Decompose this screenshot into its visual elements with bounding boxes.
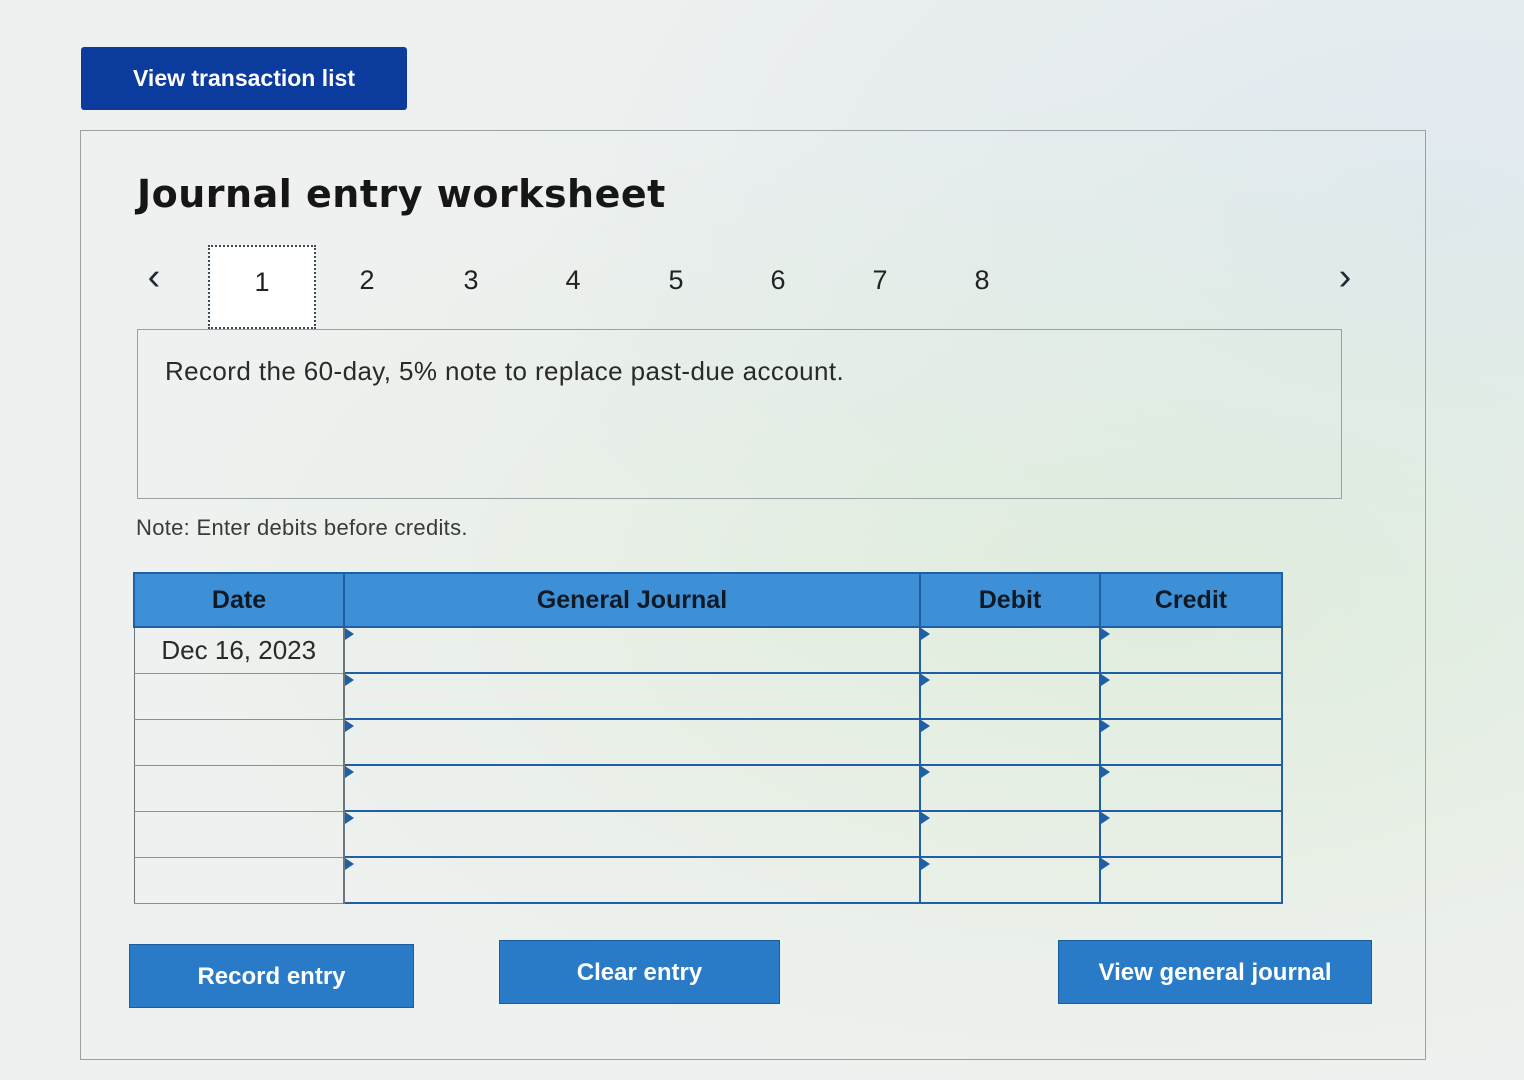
entry-pager: ‹ 1 2 3 4 5 6 7 8 › bbox=[0, 0, 1524, 340]
pager-page-4[interactable]: 4 bbox=[553, 262, 593, 298]
account-input[interactable] bbox=[343, 718, 921, 766]
date-cell bbox=[133, 810, 345, 858]
date-cell bbox=[133, 764, 345, 812]
account-input[interactable] bbox=[343, 672, 921, 720]
debit-credit-note: Note: Enter debits before credits. bbox=[136, 515, 468, 540]
account-input[interactable] bbox=[343, 810, 921, 858]
pager-page-1[interactable]: 1 bbox=[208, 245, 316, 329]
journal-entry-table: Date General Journal Debit Credit Dec 16… bbox=[133, 572, 1283, 904]
debit-input[interactable] bbox=[919, 810, 1101, 858]
column-header-debit: Debit bbox=[919, 572, 1101, 628]
credit-input[interactable] bbox=[1099, 856, 1283, 904]
pager-page-6[interactable]: 6 bbox=[758, 262, 798, 298]
record-entry-button[interactable]: Record entry bbox=[129, 944, 414, 1008]
column-header-general-journal: General Journal bbox=[343, 572, 921, 628]
account-input[interactable] bbox=[343, 856, 921, 904]
account-input[interactable] bbox=[343, 626, 921, 674]
credit-input[interactable] bbox=[1099, 626, 1283, 674]
column-header-credit: Credit bbox=[1099, 572, 1283, 628]
table-row bbox=[133, 810, 1283, 858]
debit-input[interactable] bbox=[919, 856, 1101, 904]
table-header-row: Date General Journal Debit Credit bbox=[133, 572, 1283, 628]
pager-page-8[interactable]: 8 bbox=[962, 262, 1002, 298]
instruction-box bbox=[137, 329, 1342, 499]
clear-entry-button[interactable]: Clear entry bbox=[499, 940, 780, 1004]
pager-page-7[interactable]: 7 bbox=[860, 262, 900, 298]
chevron-left-icon[interactable]: ‹ bbox=[139, 257, 169, 301]
pager-page-3[interactable]: 3 bbox=[451, 262, 491, 298]
table-row: Dec 16, 2023 bbox=[133, 626, 1283, 674]
table-row bbox=[133, 856, 1283, 904]
instruction-text: Record the 60-day, 5% note to replace pa… bbox=[165, 356, 845, 386]
debit-input[interactable] bbox=[919, 672, 1101, 720]
credit-input[interactable] bbox=[1099, 764, 1283, 812]
credit-input[interactable] bbox=[1099, 718, 1283, 766]
table-row bbox=[133, 672, 1283, 720]
date-cell bbox=[133, 672, 345, 720]
account-input[interactable] bbox=[343, 764, 921, 812]
credit-input[interactable] bbox=[1099, 672, 1283, 720]
debit-input[interactable] bbox=[919, 626, 1101, 674]
date-cell bbox=[133, 856, 345, 904]
table-row bbox=[133, 718, 1283, 766]
pager-page-5[interactable]: 5 bbox=[656, 262, 696, 298]
table-row bbox=[133, 764, 1283, 812]
chevron-right-icon[interactable]: › bbox=[1330, 257, 1360, 301]
column-header-date: Date bbox=[133, 572, 345, 628]
debit-input[interactable] bbox=[919, 764, 1101, 812]
credit-input[interactable] bbox=[1099, 810, 1283, 858]
date-cell: Dec 16, 2023 bbox=[133, 626, 345, 674]
date-cell bbox=[133, 718, 345, 766]
debit-input[interactable] bbox=[919, 718, 1101, 766]
pager-page-2[interactable]: 2 bbox=[347, 262, 387, 298]
view-general-journal-button[interactable]: View general journal bbox=[1058, 940, 1372, 1004]
